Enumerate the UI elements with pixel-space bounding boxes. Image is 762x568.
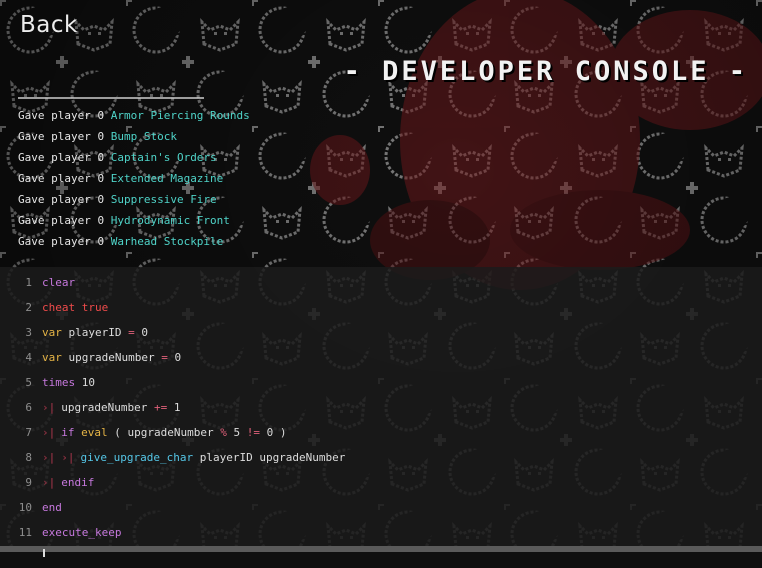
indent-arrow-icon: ›| — [42, 401, 56, 414]
script-editor[interactable]: 1 clear 2 cheat true 3 var playerID = 0 4 var u… — [0, 267, 762, 550]
log-line-item: Captain's Orders — [110, 151, 217, 164]
back-button[interactable]: Back — [20, 12, 78, 38]
line-number: 7 — [25, 426, 32, 439]
code-token: end — [42, 501, 62, 514]
log-line: Gave player 0 Warhead Stockpile — [18, 234, 250, 255]
line-number: 9 — [25, 476, 32, 489]
code-text: ›| if eval ( upgradeNumber % 5 != 0 ) — [42, 424, 286, 442]
code-token: = — [161, 351, 168, 364]
code-text: var upgradeNumber = 0 — [42, 349, 181, 367]
code-text: var playerID = 0 — [42, 324, 148, 342]
log-line-prefix: Gave player 0 — [18, 109, 111, 122]
code-token: 10 — [75, 376, 95, 389]
log-line: Gave player 0 Armor Piercing Rounds — [18, 108, 250, 129]
log-line: Gave player 0 Extended Magazine — [18, 171, 250, 192]
log-line-prefix: Gave player 0 — [18, 235, 111, 248]
log-line-prefix: Gave player 0 — [18, 172, 111, 185]
code-token: give_upgrade_char — [80, 451, 194, 464]
code-token: endif — [61, 476, 95, 489]
code-token: % — [220, 426, 227, 439]
log-line: Gave player 0 Bump Stock — [18, 129, 250, 150]
log-line-prefix: Gave player 0 — [18, 214, 111, 227]
code-text: ›| endif — [42, 474, 94, 492]
code-token: cheat — [42, 301, 76, 314]
code-token: clear — [42, 276, 76, 289]
line-number: 6 — [25, 401, 32, 414]
code-token: 1 — [167, 401, 181, 414]
code-token: ( upgradeNumber — [107, 426, 221, 439]
code-token: = — [128, 326, 135, 339]
code-text: times 10 — [42, 374, 95, 392]
code-token: 0 — [134, 326, 148, 339]
code-token: 5 — [226, 426, 247, 439]
page-title: - DEVELOPER CONSOLE - — [343, 56, 748, 87]
log-line-item: Suppressive Fire — [110, 193, 217, 206]
input-bar[interactable] — [0, 552, 762, 568]
code-text: cheat true — [42, 299, 108, 317]
code-text: ›| ›| give_upgrade_char playerID upgradeNu… — [42, 449, 345, 467]
line-number: 1 — [25, 276, 32, 289]
code-token: execute_keep — [42, 526, 122, 539]
line-number: 5 — [25, 376, 32, 389]
code-token: 0 ) — [259, 426, 287, 439]
log-line-prefix: Gave player 0 — [18, 193, 111, 206]
code-text: execute_keep — [42, 524, 121, 542]
text-cursor — [43, 549, 45, 557]
log-line: Gave player 0 Captain's Orders — [18, 150, 250, 171]
code-token: var — [42, 326, 62, 339]
log-line-prefix: Gave player 0 — [18, 130, 111, 143]
code-token: playerID — [61, 326, 129, 339]
log-line-item: Warhead Stockpile — [110, 235, 224, 248]
log-line-item: Extended Magazine — [110, 172, 224, 185]
line-number: 4 — [25, 351, 32, 364]
console-output: Gave player 0 Armor Piercing Rounds Gave … — [18, 108, 250, 255]
code-token: != — [246, 426, 260, 439]
log-line-item: Bump Stock — [110, 130, 177, 143]
line-number: 3 — [25, 326, 32, 339]
indent-arrow-icon: ›| — [61, 451, 75, 464]
indent-arrow-icon: ›| — [42, 476, 56, 489]
code-token: times — [42, 376, 76, 389]
code-token: += — [153, 401, 168, 414]
log-line: Gave player 0 Suppressive Fire — [18, 192, 250, 213]
code-text: clear — [42, 274, 75, 292]
log-line-item: Armor Piercing Rounds — [110, 109, 250, 122]
code-token: 0 — [167, 351, 182, 364]
line-number: 11 — [18, 526, 32, 539]
code-text: ›| upgradeNumber += 1 — [42, 399, 180, 417]
line-number: 2 — [25, 301, 32, 314]
code-token: eval — [81, 426, 108, 439]
code-token: upgradeNumber — [61, 351, 162, 364]
code-text: end — [42, 499, 62, 517]
log-line-item: Hydrodynamic Front — [110, 214, 230, 227]
indent-arrow-icon: ›| — [42, 451, 56, 464]
code-token: true — [81, 301, 109, 314]
indent-arrow-icon: ›| — [42, 426, 56, 439]
log-line-prefix: Gave player 0 — [18, 151, 111, 164]
log-line: Gave player 0 Hydrodynamic Front — [18, 213, 250, 234]
log-divider — [18, 97, 204, 99]
code-token: upgradeNumber — [61, 401, 154, 414]
code-token: if — [61, 426, 75, 439]
line-number: 10 — [18, 501, 32, 514]
line-number: 8 — [25, 451, 32, 464]
code-token: var — [42, 351, 62, 364]
code-token: playerID upgradeNumber — [193, 451, 346, 464]
